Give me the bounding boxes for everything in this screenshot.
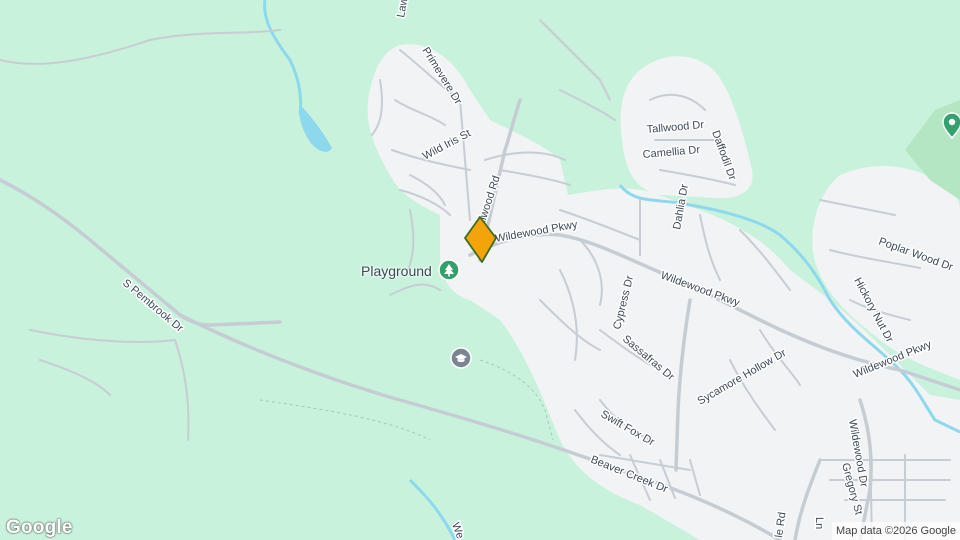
graduation-cap-icon[interactable]: [450, 347, 472, 369]
tree-icon[interactable]: [438, 259, 460, 281]
map-attribution[interactable]: Map data ©2026 Google: [831, 522, 960, 540]
svg-text:We: We: [449, 521, 466, 540]
dashed-trail: [259, 359, 554, 441]
svg-text:S Pembrook Dr: S Pembrook Dr: [120, 277, 186, 335]
street-label-ln-fragment: LnLn: [812, 516, 827, 531]
street-label-we-fragment: WeWe: [448, 519, 468, 540]
stream: [263, 0, 303, 116]
creek-southwest: [408, 478, 457, 540]
street-label-lawn: LawnLawn: [394, 0, 413, 20]
playground-label[interactable]: Playground: [361, 263, 432, 279]
pond: [299, 105, 332, 152]
svg-text:Lawn: Lawn: [395, 0, 411, 19]
street-label-pembrook: S Pembrook DrS Pembrook Dr: [119, 276, 188, 337]
map-canvas[interactable]: LawnLawn Primevere DrPrimevere Dr Wild I…: [0, 0, 960, 540]
google-logo: Google: [6, 517, 73, 538]
svg-text:Ln: Ln: [813, 517, 825, 529]
